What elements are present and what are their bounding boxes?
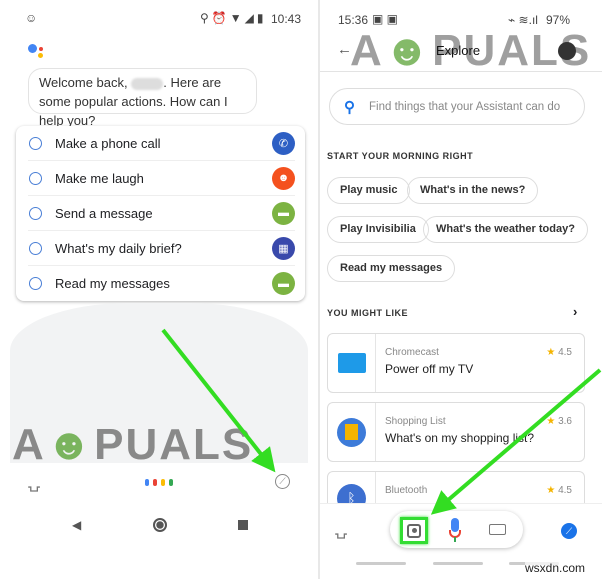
annotation-arrow-right bbox=[430, 368, 602, 515]
annotation-arrows bbox=[161, 328, 602, 515]
annotation-arrow-left bbox=[161, 328, 276, 473]
